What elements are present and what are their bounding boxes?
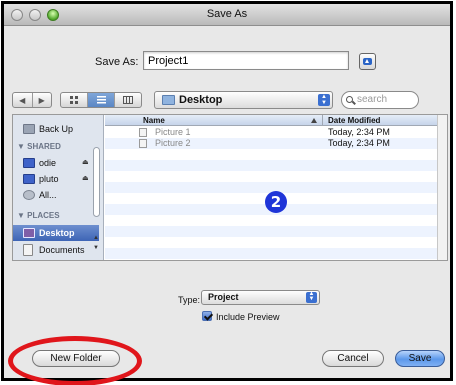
highlight-ring	[8, 336, 142, 385]
sidebar-item-label: Documents	[39, 245, 85, 255]
file-name: Picture 2	[155, 138, 191, 148]
sidebar-item-label: Desktop	[39, 228, 75, 238]
sidebar: Back Up ▼ SHARED odie ⏏ pluto ⏏ All... ▼…	[13, 115, 104, 260]
title-bar: Save As	[4, 4, 450, 26]
empty-row	[105, 226, 437, 237]
columns-icon	[123, 96, 133, 104]
file-date: Today, 2:34 PM	[328, 127, 390, 137]
computer-icon	[23, 174, 35, 184]
cancel-button[interactable]: Cancel	[322, 350, 384, 367]
type-select[interactable]: Project ▲ ▼	[201, 290, 320, 305]
forward-button[interactable]: ▶	[33, 93, 52, 107]
sidebar-scroll-thumb[interactable]	[93, 147, 100, 217]
image-file-icon	[139, 139, 147, 148]
annotation-marker: 2	[265, 191, 287, 213]
zoom-window-button[interactable]	[47, 9, 59, 21]
image-file-icon	[139, 128, 147, 137]
type-value: Project	[208, 292, 239, 302]
sidebar-item-odie[interactable]: odie ⏏	[13, 155, 99, 171]
eject-icon[interactable]: ⏏	[82, 159, 89, 166]
column-divider[interactable]	[322, 115, 323, 126]
document-icon	[23, 244, 33, 256]
empty-row	[105, 171, 437, 182]
column-header-name[interactable]: Name	[143, 115, 165, 126]
list-lines-icon	[96, 96, 106, 104]
sidebar-item-back-up[interactable]: Back Up	[13, 121, 99, 137]
table-row[interactable]: Picture 1 Today, 2:34 PM	[105, 127, 437, 138]
include-preview-checkbox[interactable]	[202, 311, 212, 321]
empty-row	[105, 248, 437, 259]
location-popup[interactable]: Desktop ▲ ▼	[154, 91, 333, 109]
sidebar-scrollbar[interactable]: ▲ ▼	[92, 147, 101, 255]
empty-row	[105, 160, 437, 171]
scroll-down-icon[interactable]: ▼	[93, 245, 99, 251]
sidebar-section-places: ▼ PLACES	[17, 211, 60, 220]
icon-grid-icon	[69, 96, 78, 104]
column-view-button[interactable]	[115, 93, 141, 107]
sidebar-item-label: Back Up	[39, 124, 74, 134]
drive-icon	[23, 124, 35, 134]
filename-input[interactable]	[143, 51, 349, 70]
sidebar-item-label: All...	[39, 190, 57, 200]
save-button[interactable]: Save	[395, 350, 445, 367]
include-preview-label[interactable]: Include Preview	[216, 312, 280, 322]
computer-icon	[23, 158, 35, 168]
save-as-dialog: Save As Save As: ◀ ▶ Desktop ▲▼ search	[1, 1, 453, 381]
list-view-button[interactable]	[88, 93, 115, 107]
window-title: Save As	[206, 8, 248, 20]
close-window-button[interactable]	[11, 9, 23, 21]
eject-icon[interactable]: ⏏	[82, 175, 89, 182]
desktop-icon	[23, 228, 35, 238]
column-header-date-modified[interactable]: Date Modified	[328, 115, 380, 126]
table-row[interactable]: Picture 2 Today, 2:34 PM	[105, 138, 437, 149]
expand-dialog-button[interactable]	[359, 53, 376, 70]
back-forward-control: ◀ ▶	[12, 92, 52, 108]
empty-row	[105, 215, 437, 226]
sort-ascending-icon	[311, 118, 317, 123]
globe-icon	[23, 190, 35, 200]
sidebar-item-all[interactable]: All...	[13, 187, 99, 203]
empty-row	[105, 237, 437, 248]
back-button[interactable]: ◀	[13, 93, 33, 107]
sidebar-item-label: pluto	[39, 174, 59, 184]
file-list-scrollbar[interactable]	[437, 115, 447, 260]
file-name: Picture 1	[155, 127, 191, 137]
save-as-label: Save As:	[95, 56, 139, 68]
folder-icon	[162, 95, 175, 105]
empty-row	[105, 149, 437, 160]
search-icon	[346, 96, 353, 103]
icon-view-button[interactable]	[61, 93, 88, 107]
sidebar-item-desktop[interactable]: Desktop	[13, 225, 99, 241]
file-date: Today, 2:34 PM	[328, 138, 390, 148]
disclosure-arrow-icon	[363, 58, 372, 65]
type-label: Type:	[178, 295, 201, 305]
popup-arrows-icon: ▲ ▼	[318, 94, 330, 106]
view-mode-control	[60, 92, 142, 108]
sidebar-item-label: odie	[39, 158, 57, 168]
search-placeholder: search	[357, 94, 388, 105]
scroll-up-icon[interactable]: ▲	[93, 235, 99, 241]
column-header: Name Date Modified	[105, 115, 437, 126]
sidebar-item-pluto[interactable]: pluto ⏏	[13, 171, 99, 187]
location-label: Desktop	[179, 94, 223, 106]
file-list: Name Date Modified Picture 1 Today, 2:34…	[105, 115, 437, 260]
minimize-window-button[interactable]	[29, 9, 41, 21]
search-field[interactable]: search	[341, 91, 419, 109]
file-browser: Back Up ▼ SHARED odie ⏏ pluto ⏏ All... ▼…	[12, 114, 448, 261]
sidebar-item-documents[interactable]: Documents	[13, 242, 99, 258]
popup-arrows-icon: ▲ ▼	[306, 291, 317, 303]
sidebar-section-shared: ▼ SHARED	[17, 142, 61, 151]
